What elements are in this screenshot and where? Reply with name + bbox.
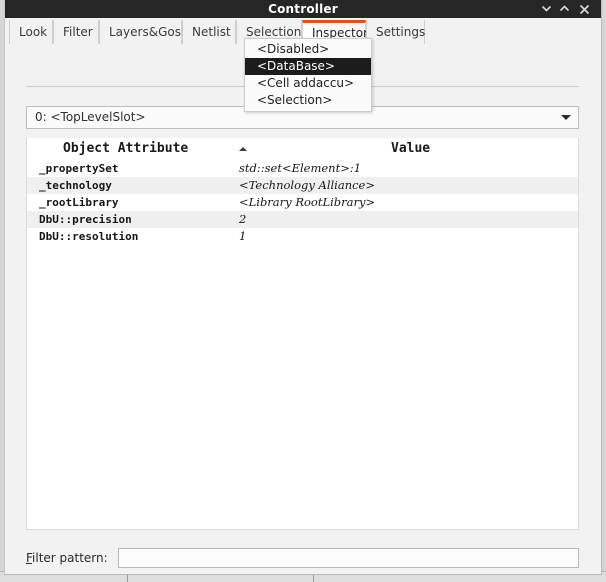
tab-look[interactable]: Look [9,20,53,44]
inspector-panel: 0: <TopLevelSlot> Object Attribute Value… [6,44,600,574]
chevron-up-icon[interactable] [555,0,573,18]
tab-settings[interactable]: Settings [366,20,425,44]
column-header-object-attribute[interactable]: Object Attribute [63,138,188,160]
table-row[interactable]: DbU::precision 2 [27,211,578,228]
tab-layers-gos[interactable]: Layers&Gos [99,20,182,44]
table-row[interactable]: _propertySet std::set<Element>:1 [27,160,578,177]
sort-ascending-icon [239,147,247,151]
menu-item-database[interactable]: <DataBase> [245,58,371,75]
menu-item-disabled[interactable]: <Disabled> [245,41,371,58]
tab-netlist[interactable]: Netlist [182,20,236,44]
filter-pattern-input[interactable] [118,548,579,568]
column-header-value[interactable]: Value [391,138,430,160]
title-bar: Controller [5,0,601,18]
attribute-table[interactable]: Object Attribute Value _propertySet std:… [26,138,579,530]
cell-value: <Technology Alliance> [239,178,375,192]
menu-item-selection[interactable]: <Selection> [245,92,371,109]
filter-pattern-label: Filter pattern: [26,546,108,570]
cell-attribute: DbU::precision [39,213,132,226]
menu-item-cell-addaccu[interactable]: <Cell addaccu> [245,75,371,92]
cell-attribute: DbU::resolution [39,230,139,243]
tab-filter[interactable]: Filter [53,20,99,44]
chevron-down-icon[interactable] [537,0,555,18]
cell-value: std::set<Element>:1 [239,161,362,175]
filter-row: Filter pattern: [26,546,579,570]
window-title: Controller [268,2,338,16]
slot-combobox-value: 0: <TopLevelSlot> [35,110,146,124]
filter-label-rest: ilter pattern: [32,551,108,565]
cell-value: <Library RootLibrary> [239,195,376,209]
cell-attribute: _technology [39,179,112,192]
inspector-dropdown-menu[interactable]: <Disabled> <DataBase> <Cell addaccu> <Se… [244,38,372,112]
close-icon[interactable] [575,0,593,18]
cell-attribute: _rootLibrary [39,196,119,209]
table-row[interactable]: DbU::resolution 1 [27,228,578,245]
cell-value: 2 [239,212,247,226]
table-header-row: Object Attribute Value [27,138,578,160]
cell-attribute: _propertySet [39,162,119,175]
table-row[interactable]: _technology <Technology Alliance> [27,177,578,194]
chevron-down-icon [561,115,571,120]
table-row[interactable]: _rootLibrary <Library RootLibrary> [27,194,578,211]
cell-value: 1 [239,229,247,243]
